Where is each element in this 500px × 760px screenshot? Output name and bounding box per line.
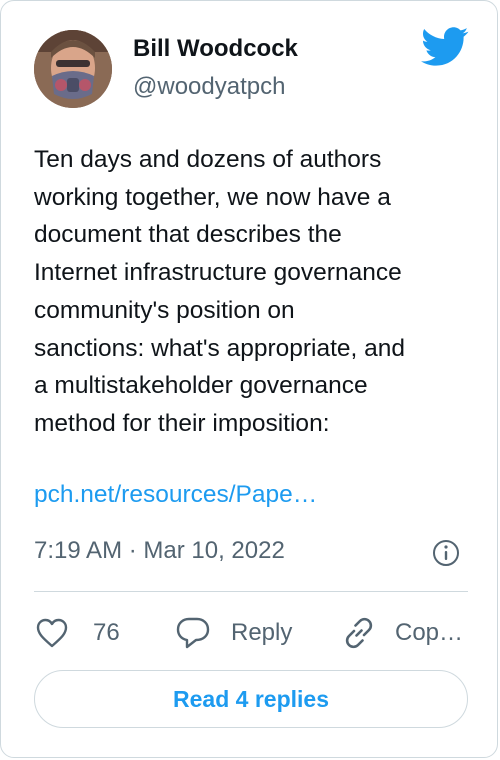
tweet-text-line: Ten days and dozens of authors <box>34 146 382 173</box>
tweet-text-line: method for their imposition: <box>34 409 330 437</box>
author-handle[interactable]: @woodyatpch <box>133 73 285 101</box>
author-name[interactable]: Bill Woodcock <box>133 35 298 63</box>
like-count: 76 <box>93 619 120 646</box>
tweet-text-line: document that describes the <box>34 221 342 249</box>
tweet-text-line: sanctions: what's appropriate, and <box>34 334 406 362</box>
reply-button[interactable]: Reply <box>175 613 292 653</box>
tweet-text-line: Internet infrastructure governance <box>34 259 402 287</box>
copy-link-label: Cop… <box>395 619 464 646</box>
tweet-card: Bill Woodcock @woodyatpch Ten days and d… <box>0 0 498 758</box>
heart-icon <box>36 618 68 648</box>
tweet-text-line: community's position on <box>34 296 295 324</box>
link-icon <box>345 617 373 649</box>
twitter-bird-icon[interactable] <box>421 27 469 67</box>
divider <box>34 591 468 592</box>
tweet-text: Ten days and dozens of authors working t… <box>34 141 474 443</box>
like-button[interactable]: 76 <box>35 613 120 653</box>
tweet-timestamp[interactable]: 7:19 AM · Mar 10, 2022 <box>34 537 285 565</box>
read-replies-button[interactable]: Read 4 replies <box>34 670 468 728</box>
tweet-link[interactable]: pch.net/resources/Pape… <box>34 481 317 509</box>
reply-label: Reply <box>231 619 293 646</box>
tweet-text-line: a multistakeholder governance <box>34 372 368 400</box>
info-icon[interactable] <box>431 538 461 568</box>
tweet-text-line: working together, we now have a <box>34 183 391 211</box>
reply-bubble-icon <box>176 617 210 649</box>
avatar[interactable] <box>34 30 112 108</box>
copy-link-button[interactable]: Cop… <box>341 613 463 653</box>
